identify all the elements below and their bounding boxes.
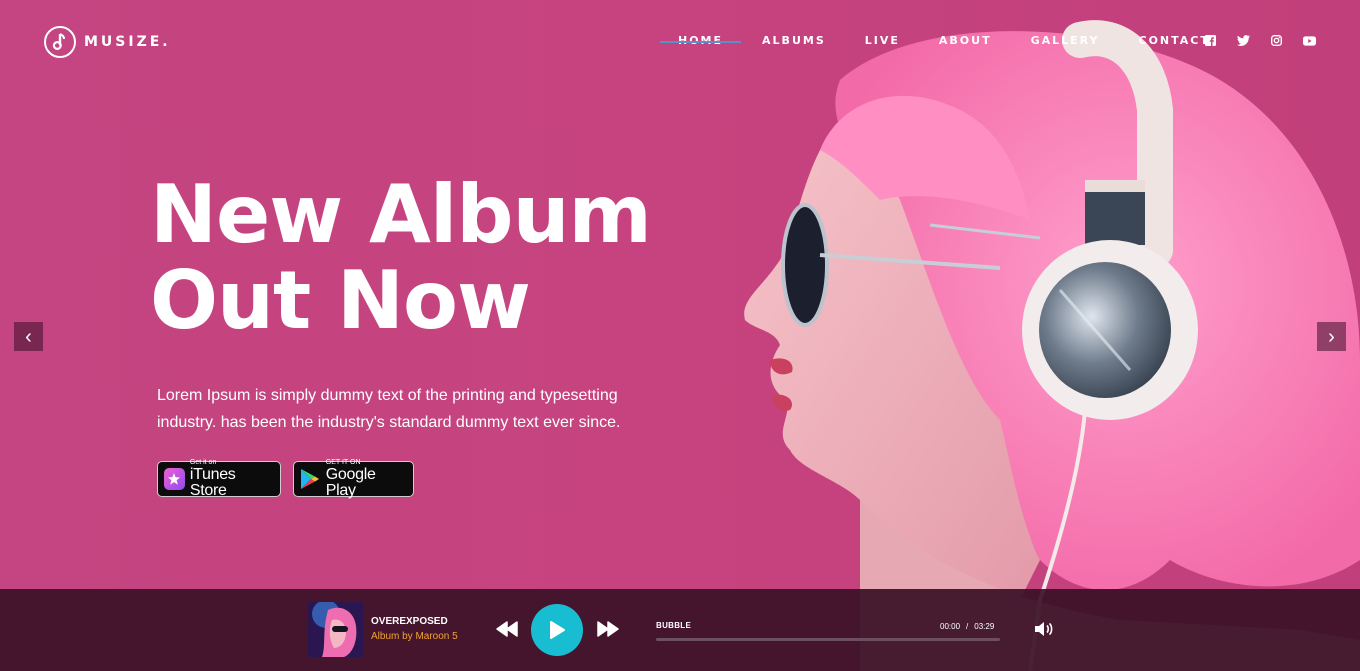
current-time: 00:00 <box>940 622 961 631</box>
main-nav: HOME ALBUMS LIVE ABOUT GALLERY CONTACT <box>659 34 1249 47</box>
nav-item-contact[interactable]: CONTACT <box>1139 34 1210 47</box>
social-links <box>1204 34 1316 47</box>
google-play-icon <box>300 468 321 490</box>
track-title: OVEREXPOSED <box>371 616 448 627</box>
music-note-icon <box>44 26 76 58</box>
progress-bar[interactable] <box>656 638 1000 641</box>
itunes-store-button[interactable]: Get it on iTunes Store <box>157 459 281 499</box>
rewind-button[interactable] <box>496 621 518 637</box>
volume-button[interactable] <box>1034 620 1054 638</box>
volume-icon <box>1035 622 1053 636</box>
headline-line-1: New Album <box>150 168 652 261</box>
itunes-icon <box>164 468 185 490</box>
duration: 03:29 <box>974 622 995 631</box>
google-big-label: Google Play <box>325 466 376 499</box>
fast-forward-icon <box>597 621 619 637</box>
fast-forward-button[interactable] <box>597 621 619 637</box>
slider-next-button[interactable]: › <box>1317 322 1346 351</box>
track-artist[interactable]: Album by Maroon 5 <box>371 631 458 642</box>
music-player: OVEREXPOSED Album by Maroon 5 BUBBLE 00:… <box>0 589 1360 671</box>
nav-item-about[interactable]: ABOUT <box>939 34 992 47</box>
twitter-icon[interactable] <box>1237 34 1250 47</box>
hero-image <box>744 20 1360 671</box>
chevron-right-icon: › <box>1328 325 1335 348</box>
album-art <box>308 602 363 657</box>
slider-prev-button[interactable]: ‹ <box>14 322 43 351</box>
headline-line-2: Out Now <box>150 254 531 347</box>
nav-item-gallery[interactable]: GALLERY <box>1031 34 1100 47</box>
chevron-left-icon: ‹ <box>25 325 32 348</box>
itunes-big-label: iTunes Store <box>189 466 236 499</box>
play-icon <box>550 621 565 639</box>
play-button[interactable] <box>531 604 583 656</box>
hero-section: MUSIZE. HOME ALBUMS LIVE ABOUT GALLERY C… <box>0 0 1360 671</box>
hero-description: Lorem Ipsum is simply dummy text of the … <box>157 387 621 431</box>
time-display: 00:00 / 03:29 <box>940 622 994 631</box>
youtube-icon[interactable] <box>1303 34 1316 47</box>
nav-item-live[interactable]: LIVE <box>865 34 900 47</box>
brand-logo[interactable]: MUSIZE. <box>44 26 171 58</box>
song-name: BUBBLE <box>656 621 692 630</box>
hero-headline: New Album Out Now <box>150 168 652 347</box>
rewind-icon <box>496 621 518 637</box>
nav-item-albums[interactable]: ALBUMS <box>762 34 826 47</box>
google-play-button[interactable]: GET IT ON Google Play <box>293 459 414 499</box>
facebook-icon[interactable] <box>1204 34 1217 47</box>
time-separator: / <box>966 622 969 631</box>
nav-item-home[interactable]: HOME <box>659 34 742 47</box>
instagram-icon[interactable] <box>1270 34 1283 47</box>
brand-name: MUSIZE. <box>84 34 171 50</box>
